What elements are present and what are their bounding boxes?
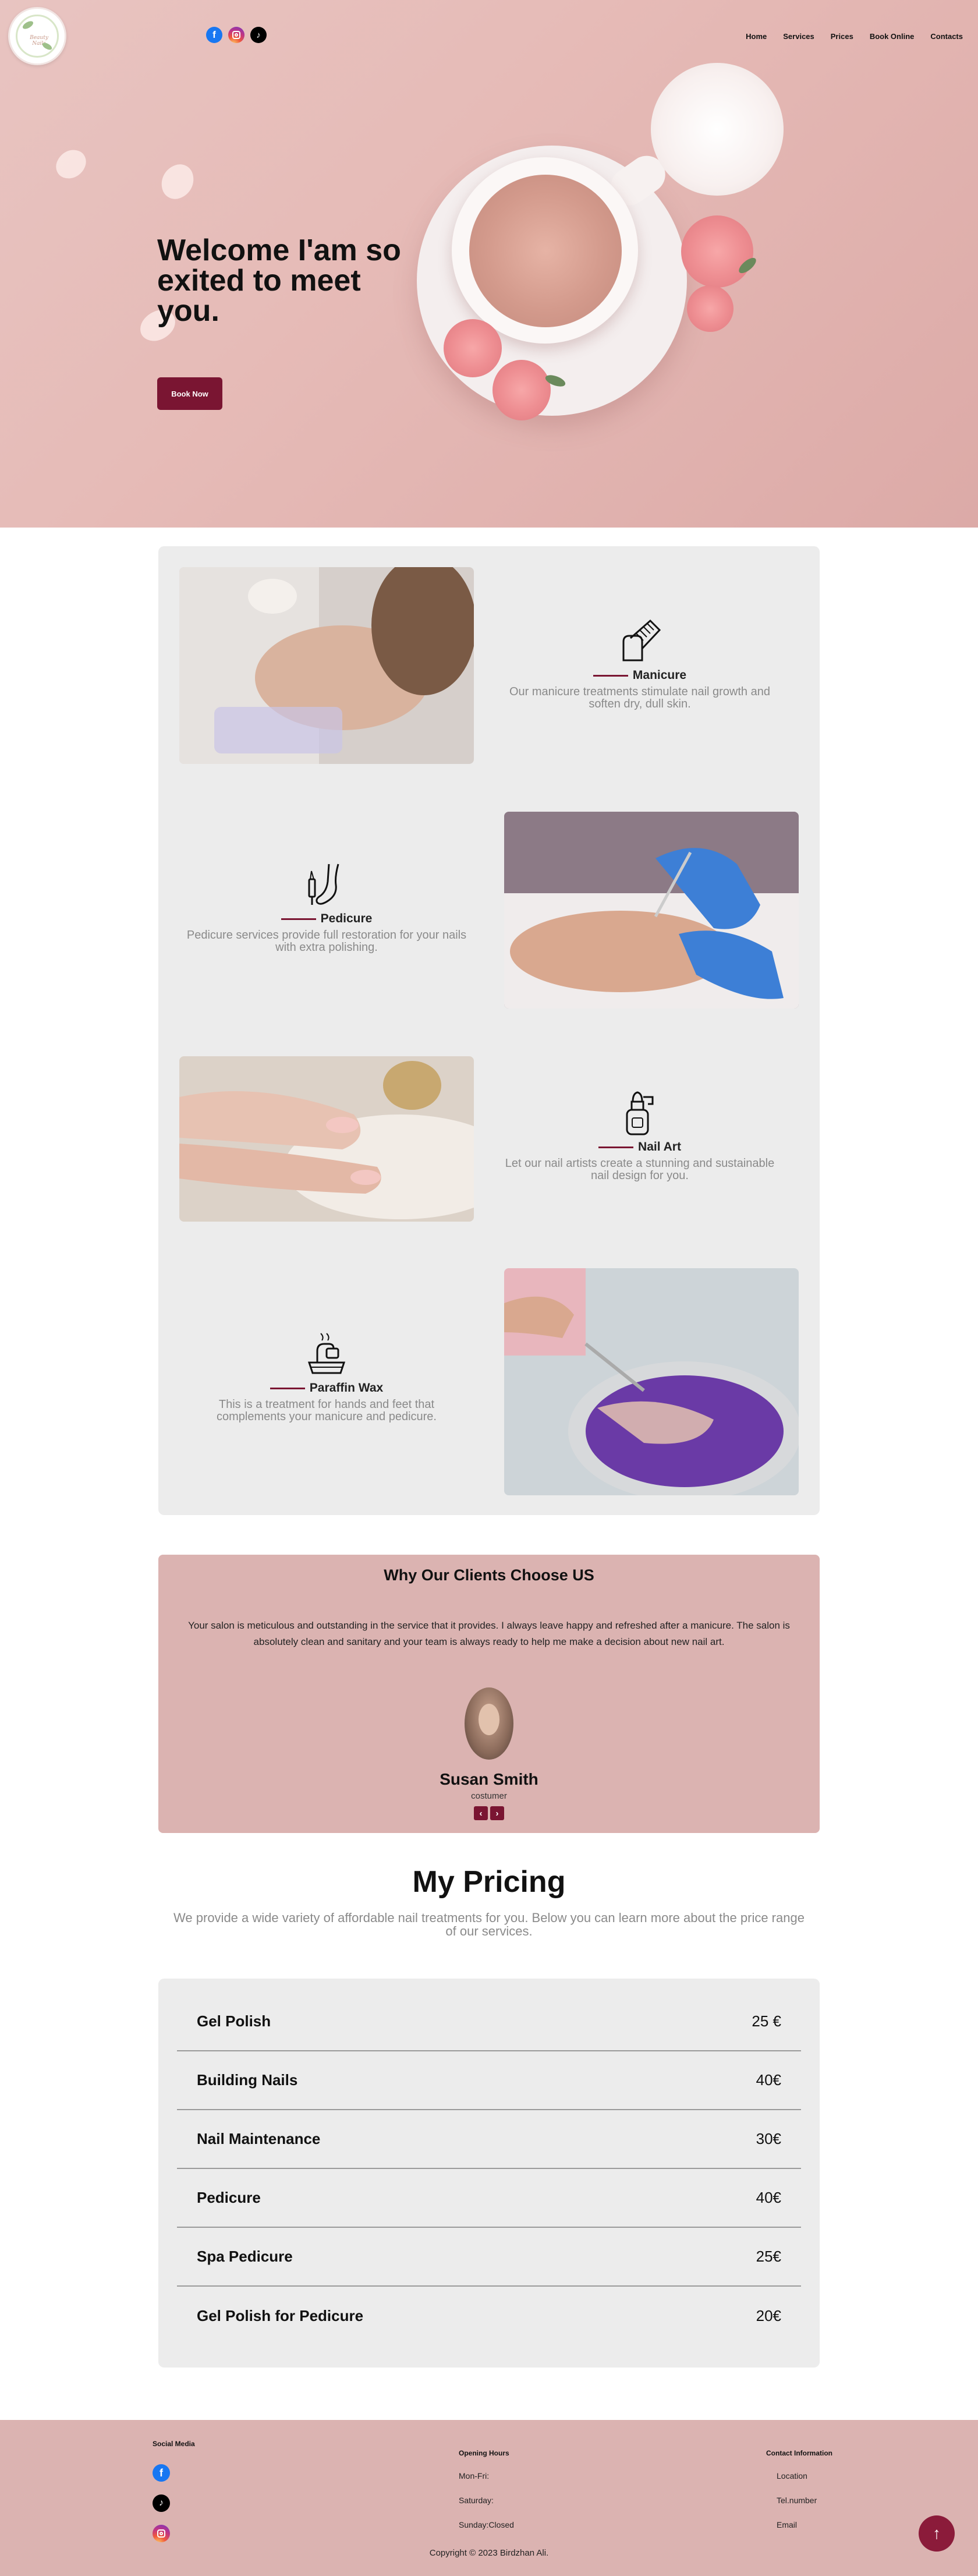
- testimonial-quote: Your salon is meticulous and outstanding…: [188, 1620, 790, 1648]
- white-flower-image: [651, 63, 784, 196]
- next-arrow-icon[interactable]: ›: [490, 1806, 504, 1820]
- logo-lettering: Beauty Nails: [30, 35, 48, 47]
- foot-icon: [308, 864, 339, 905]
- wax-bath-icon: [307, 1333, 346, 1374]
- price-name: Nail Maintenance: [197, 2130, 321, 2147]
- logo-wreath-icon: Beauty Nails: [16, 15, 59, 58]
- contact-email-link[interactable]: Email: [777, 2520, 797, 2529]
- header-social-links: f ♪: [206, 27, 267, 43]
- price-name: Gel Polish for Pedicure: [197, 2307, 364, 2324]
- table-row: Nail Maintenance 30€: [177, 2110, 801, 2169]
- hours-weekdays: Mon-Fri:: [459, 2471, 490, 2481]
- price-name: Pedicure: [197, 2189, 261, 2206]
- nail-brush-icon: [622, 619, 661, 661]
- logo[interactable]: Beauty Nails: [8, 7, 66, 65]
- service-title: Nail Art: [638, 1140, 681, 1153]
- table-row: Building Nails 40€: [177, 2051, 801, 2110]
- facebook-icon[interactable]: f: [206, 27, 222, 43]
- contact-location-link[interactable]: Location: [777, 2471, 807, 2481]
- nav-home[interactable]: Home: [746, 32, 767, 41]
- nav-prices[interactable]: Prices: [831, 32, 853, 41]
- price-name: Building Nails: [197, 2071, 298, 2089]
- book-now-button[interactable]: Book Now: [157, 377, 222, 410]
- price-name: Gel Polish: [197, 2012, 271, 2030]
- coffee-image: [469, 175, 622, 327]
- service-description: Our manicure treatments stimulate nail g…: [509, 685, 770, 710]
- nail-polish-icon: [626, 1091, 654, 1135]
- pricing-subtitle: We provide a wide variety of affordable …: [173, 1910, 805, 1939]
- price-value: 30€: [756, 2130, 781, 2147]
- table-row: Gel Polish 25 €: [177, 1993, 801, 2051]
- footer: Social Media f ♪ Opening Hours Mon-Fri: …: [0, 2420, 978, 2576]
- tiktok-icon[interactable]: ♪: [153, 2494, 170, 2512]
- testimonial-title: Why Our Clients Choose US: [384, 1566, 594, 1584]
- accent-bar: [598, 1146, 634, 1148]
- hero-section: Beauty Nails f ♪ Home Services Prices Bo…: [0, 0, 978, 528]
- service-description: Let our nail artists create a stunning a…: [505, 1157, 775, 1182]
- rose-image: [492, 360, 551, 420]
- nail-art-image: [179, 1056, 474, 1222]
- nav-services[interactable]: Services: [783, 32, 814, 41]
- contact-heading: Contact Information: [766, 2449, 832, 2457]
- nav-book-online[interactable]: Book Online: [870, 32, 915, 41]
- rose-image: [681, 215, 753, 288]
- tiktok-icon[interactable]: ♪: [250, 27, 267, 43]
- testimonial-name: Susan Smith: [440, 1770, 538, 1788]
- manicure-service: Manicure Our manicure treatments stimula…: [497, 618, 782, 710]
- petal-decoration: [156, 160, 199, 203]
- pedicure-image: [504, 812, 799, 1009]
- contact-phone-link[interactable]: Tel.number: [777, 2496, 817, 2505]
- avatar: [465, 1687, 513, 1760]
- price-name: Spa Pedicure: [197, 2248, 293, 2265]
- service-title: Manicure: [632, 668, 687, 682]
- petal-decoration: [52, 145, 90, 183]
- table-row: Spa Pedicure 25€: [177, 2228, 801, 2287]
- pricing-title: My Pricing: [412, 1865, 566, 1899]
- main-nav: Home Services Prices Book Online Contact…: [746, 32, 963, 41]
- pedicure-service: Pedicure Pedicure services provide full …: [184, 862, 469, 954]
- service-description: Pedicure services provide full restorati…: [186, 929, 467, 954]
- scroll-to-top-button[interactable]: ↑: [919, 2515, 955, 2552]
- pricing-table: Gel Polish 25 € Building Nails 40€ Nail Ma…: [158, 1979, 820, 2368]
- testimonial-nav: ‹ ›: [474, 1806, 504, 1820]
- accent-bar: [593, 674, 628, 677]
- service-title: Paraffin Wax: [309, 1381, 384, 1395]
- testimonial-role: costumer: [471, 1791, 507, 1801]
- price-value: 25€: [756, 2248, 781, 2265]
- prev-arrow-icon[interactable]: ‹: [474, 1806, 488, 1820]
- nav-contacts[interactable]: Contacts: [930, 32, 963, 41]
- copyright: Copyright © 2023 Birdzhan Ali.: [429, 2548, 549, 2558]
- services-section: Manicure Our manicure treatments stimula…: [158, 546, 820, 1515]
- accent-bar: [281, 918, 316, 920]
- price-value: 40€: [756, 2071, 781, 2089]
- price-value: 20€: [756, 2307, 781, 2324]
- service-description: This is a treatment for hands and feet t…: [217, 1398, 437, 1423]
- instagram-icon[interactable]: [228, 27, 245, 43]
- opening-hours-heading: Opening Hours: [459, 2449, 509, 2457]
- table-row: Pedicure 40€: [177, 2169, 801, 2228]
- instagram-icon[interactable]: [153, 2525, 170, 2542]
- hours-sunday: Sunday:Closed: [459, 2520, 514, 2529]
- price-value: 25 €: [752, 2012, 781, 2030]
- table-row: Gel Polish for Pedicure 20€: [177, 2287, 801, 2345]
- avatar-face: [479, 1704, 499, 1735]
- paraffin-wax-service: Paraffin Wax This is a treatment for han…: [184, 1331, 469, 1423]
- social-media-heading: Social Media: [153, 2440, 195, 2448]
- price-value: 40€: [756, 2189, 781, 2206]
- rose-image: [687, 285, 734, 332]
- facebook-icon[interactable]: f: [153, 2464, 170, 2482]
- hours-saturday: Saturday:: [459, 2496, 494, 2505]
- testimonial-section: Why Our Clients Choose US Your salon is …: [158, 1555, 820, 1833]
- rose-image: [444, 319, 502, 377]
- hero-title: Welcome I'am so exited to meet you.: [157, 233, 401, 328]
- paraffin-wax-image: [504, 1268, 799, 1495]
- manicure-image: [179, 567, 474, 764]
- accent-bar: [270, 1387, 305, 1389]
- service-title: Pedicure: [320, 912, 373, 925]
- nail-art-service: Nail Art Let our nail artists create a s…: [497, 1090, 782, 1182]
